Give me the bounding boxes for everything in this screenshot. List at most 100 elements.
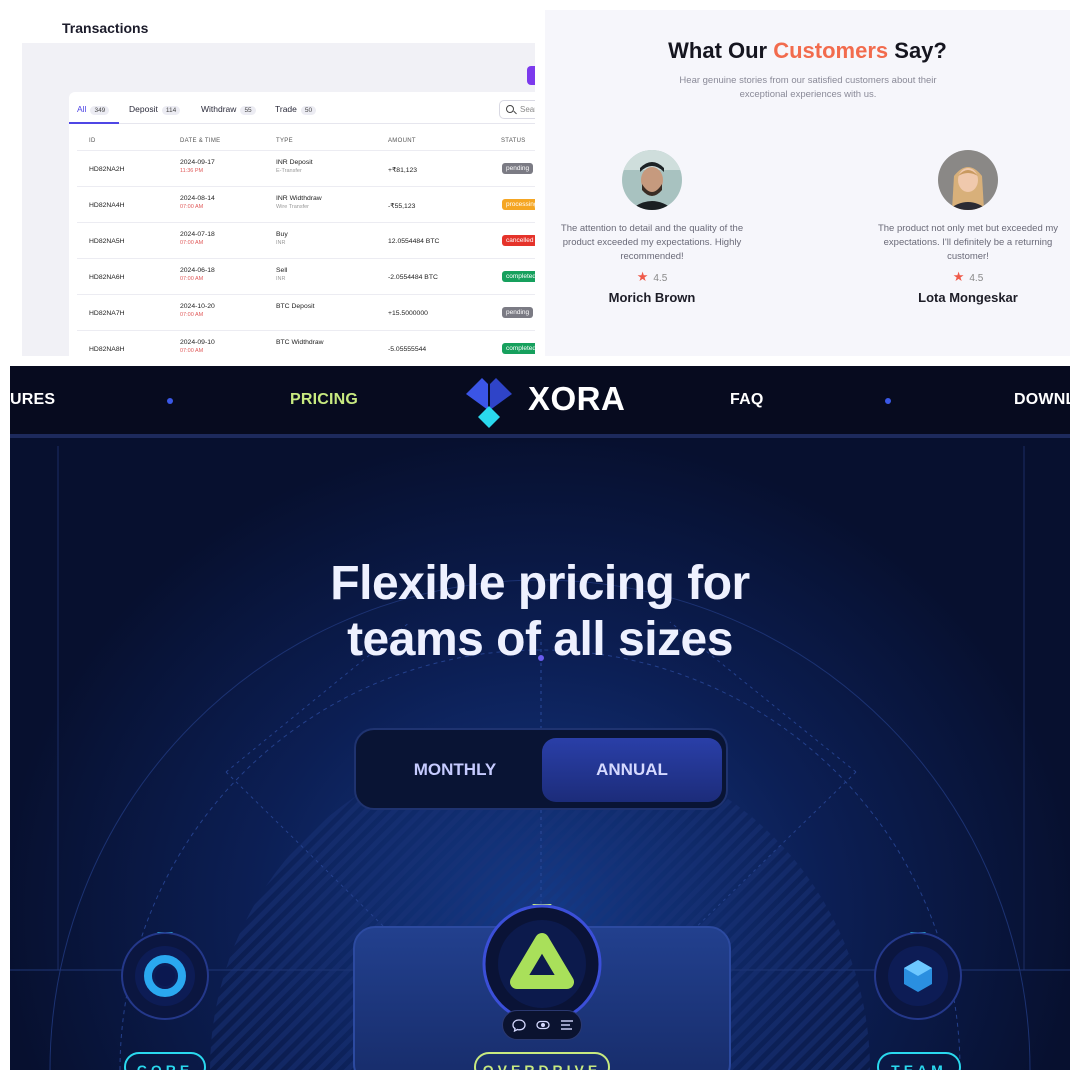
- plan-label-core: CORE: [124, 1052, 206, 1070]
- tx-time: 07:00 AM: [180, 348, 204, 354]
- xora-logo-icon[interactable]: [460, 372, 518, 428]
- star-icon: ★: [952, 269, 965, 284]
- nav-link-pricing[interactable]: PRICING: [290, 391, 358, 409]
- nav-dot-icon: [885, 398, 891, 404]
- toggle-annual-button[interactable]: ANNUAL: [542, 738, 722, 802]
- tx-id: HD82NA6H: [89, 274, 125, 281]
- tx-datetime: 2024-10-20 07:00 AM: [180, 303, 215, 318]
- tx-type-label: INR Deposit: [276, 159, 313, 166]
- tx-time: 11:36 PM: [180, 168, 204, 174]
- tx-time: 07:00 AM: [180, 240, 204, 246]
- nav-dot-icon: [167, 398, 173, 404]
- table-row[interactable]: HD82NA5H 2024-07-18 07:00 AM Buy INR 12.05544…: [77, 222, 535, 258]
- heading-suffix: Say?: [888, 38, 947, 63]
- plan-label-overdrive: OVERDRIVE: [474, 1052, 610, 1070]
- overdrive-plan-icon: [481, 902, 603, 1026]
- team-plan-icon: [873, 930, 963, 1022]
- table-row[interactable]: HD82NA8H 2024-09-10 07:00 AM BTC Widthdraw -…: [77, 330, 535, 356]
- tx-date: 2024-07-18: [180, 231, 215, 238]
- status-badge: pending: [502, 307, 534, 318]
- status-badge: pending: [502, 163, 534, 174]
- nav-link-faq[interactable]: FAQ: [730, 391, 764, 409]
- heading-prefix: What Our: [668, 38, 774, 63]
- avatar: [938, 150, 998, 210]
- testimonials-subheading: Hear genuine stories from our satisfied …: [679, 75, 937, 100]
- search-icon: [506, 105, 514, 113]
- tx-date: 2024-09-10: [180, 339, 215, 346]
- reviewer-name: Morich Brown: [608, 290, 696, 305]
- tab-trade[interactable]: Trade 50: [275, 104, 317, 115]
- tx-type-label: Buy: [276, 231, 288, 238]
- col-header-status: STATUS: [501, 138, 526, 144]
- tx-date: 2024-06-18: [180, 267, 215, 274]
- testimonial-quote: The attention to detail and the quality …: [560, 223, 744, 262]
- transactions-card: All 349 Deposit 114 Withdraw 55 Trade 50 Sea…: [69, 92, 535, 356]
- tx-type: Sell INR: [276, 267, 287, 282]
- tab-trade-count: 50: [300, 106, 317, 115]
- table-row[interactable]: HD82NA6H 2024-06-18 07:00 AM Sell INR -2.0554…: [77, 258, 535, 294]
- nav-link-features[interactable]: URES: [10, 391, 55, 409]
- tx-time: 07:00 AM: [180, 312, 204, 318]
- status-badge: cancelled: [502, 235, 535, 246]
- rating-value: 4.5: [969, 273, 984, 284]
- tx-datetime: 2024-09-17 11:36 PM: [180, 159, 215, 174]
- add-button-edge[interactable]: [527, 66, 535, 85]
- table-row[interactable]: HD82NA7H 2024-10-20 07:00 AM BTC Deposit +15…: [77, 294, 535, 330]
- xora-pricing-panel: URES PRICING XORA FAQ DOWNL Flexible pri…: [10, 366, 1070, 1070]
- tx-amount: -5.05555544: [388, 346, 427, 353]
- tx-amount: +₹81,123: [388, 167, 418, 174]
- status-badge: completed: [502, 343, 535, 354]
- table-row[interactable]: HD82NA4H 2024-08-14 07:00 AM INR Widthdraw W…: [77, 186, 535, 222]
- core-plan-icon: [120, 930, 210, 1022]
- plan-label-team: TEAM: [877, 1052, 961, 1070]
- tx-type-label: BTC Deposit: [276, 303, 315, 310]
- rating: ★ 4.5: [868, 269, 1068, 285]
- toggle-icon[interactable]: [536, 1018, 550, 1032]
- tab-withdraw-label: Withdraw: [201, 104, 237, 114]
- tab-all-label: All: [77, 104, 87, 114]
- billing-period-toggle: MONTHLY ANNUAL: [354, 728, 728, 810]
- pricing-hero-title: Flexible pricing for teams of all sizes: [330, 557, 750, 666]
- testimonials-heading: What Our Customers Say?: [545, 38, 1070, 64]
- tx-amount: -₹55,123: [388, 203, 416, 210]
- tab-all[interactable]: All 349: [77, 104, 110, 115]
- col-header-amount: AMOUNT: [388, 138, 416, 144]
- col-header-id: ID: [89, 138, 96, 144]
- tx-id: HD82NA8H: [89, 346, 125, 353]
- reviewer-name: Lota Mongeskar: [918, 290, 1018, 305]
- search-input[interactable]: Sear: [499, 100, 535, 119]
- tab-deposit-label: Deposit: [129, 104, 158, 114]
- tx-date: 2024-10-20: [180, 303, 215, 310]
- tx-id: HD82NA5H: [89, 238, 125, 245]
- chat-icon[interactable]: [512, 1018, 526, 1033]
- tab-deposit[interactable]: Deposit 114: [129, 104, 181, 115]
- tab-deposit-count: 114: [161, 106, 181, 115]
- rating: ★ 4.5: [552, 269, 752, 285]
- tab-withdraw-count: 55: [240, 106, 256, 115]
- tab-withdraw[interactable]: Withdraw 55: [201, 104, 256, 115]
- tx-id: HD82NA7H: [89, 310, 125, 317]
- tx-type-label: Sell: [276, 267, 288, 274]
- list-icon[interactable]: [560, 1018, 574, 1032]
- tx-type: INR Deposit E-Transfer: [276, 159, 313, 174]
- tx-datetime: 2024-06-18 07:00 AM: [180, 267, 215, 282]
- col-header-type: TYPE: [276, 138, 293, 144]
- toggle-monthly-button[interactable]: MONTHLY: [370, 738, 540, 802]
- tx-method: E-Transfer: [276, 168, 302, 174]
- tx-type-label: BTC Widthdraw: [276, 339, 324, 346]
- top-navigation: URES PRICING XORA FAQ DOWNL: [10, 366, 1070, 438]
- avatar: [622, 150, 682, 210]
- tx-id: HD82NA4H: [89, 202, 125, 209]
- heading-accent: Customers: [773, 38, 889, 63]
- testimonials-panel: What Our Customers Say? Hear genuine sto…: [545, 10, 1070, 356]
- tx-type: BTC Deposit: [276, 303, 315, 312]
- tx-amount: -2.0554484 BTC: [388, 274, 438, 281]
- xora-logo-text[interactable]: XORA: [528, 380, 625, 418]
- nav-link-download[interactable]: DOWNL: [1014, 391, 1070, 409]
- tab-all-count: 349: [90, 106, 110, 115]
- transactions-title: Transactions: [62, 20, 149, 36]
- tx-type: BTC Widthdraw: [276, 339, 324, 348]
- tx-datetime: 2024-07-18 07:00 AM: [180, 231, 215, 246]
- tx-method: INR: [276, 240, 286, 246]
- table-row[interactable]: HD82NA2H 2024-09-17 11:36 PM INR Deposit E-T…: [77, 150, 535, 186]
